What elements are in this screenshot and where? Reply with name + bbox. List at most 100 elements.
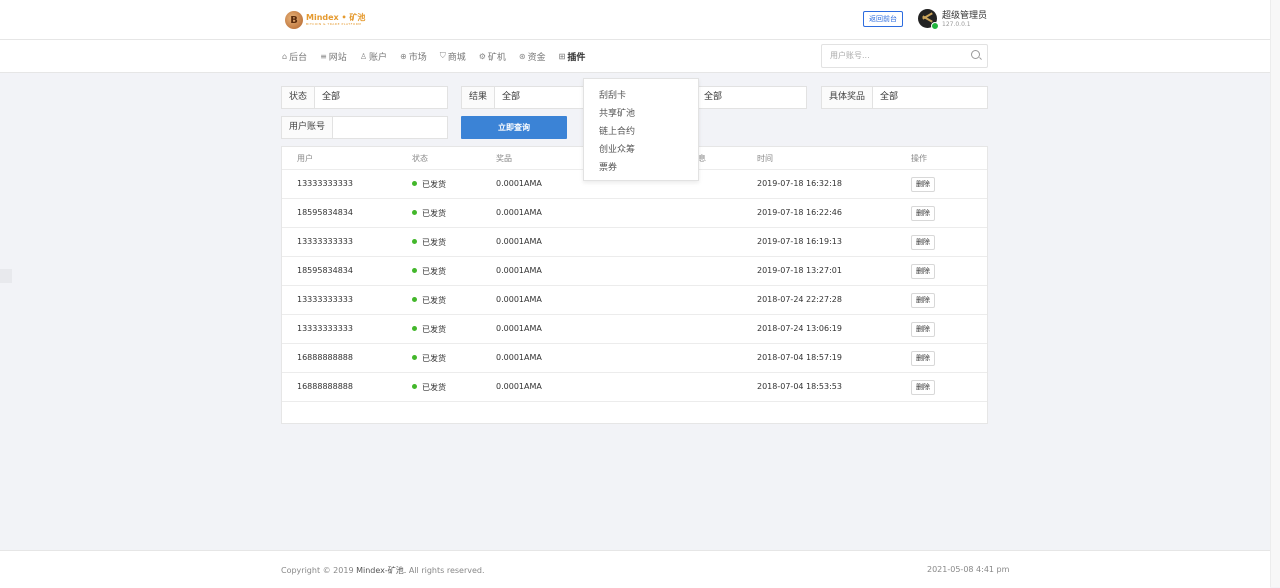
nav-item-1[interactable]: ≡ 网站	[320, 50, 347, 63]
dropdown-item-2[interactable]: 链上合约	[599, 124, 635, 137]
dropdown-item-4[interactable]: 票券	[599, 160, 617, 173]
status-text: 已发货	[422, 354, 446, 363]
home-icon: ⌂	[282, 51, 288, 61]
status-text: 已发货	[422, 325, 446, 334]
nav-item-label: 插件	[567, 52, 586, 63]
search-icon[interactable]	[971, 50, 980, 59]
search-input[interactable]	[822, 45, 978, 65]
result-filter-label: 结果	[462, 87, 496, 108]
cell-status: 已发货	[412, 179, 446, 190]
delete-button[interactable]: 删除	[911, 322, 935, 337]
cell-prize: 0.0001AMA	[496, 382, 542, 391]
dropdown-item-1[interactable]: 共享矿池	[599, 106, 635, 119]
cell-user: 13333333333	[297, 237, 353, 246]
cell-prize: 0.0001AMA	[496, 208, 542, 217]
list-icon: ≡	[320, 51, 327, 61]
dropdown-item-0[interactable]: 刮刮卡	[599, 88, 626, 101]
nav-item-label: 市场	[408, 52, 427, 63]
col-header-user: 用户	[297, 154, 313, 163]
status-dot-icon	[412, 297, 417, 302]
status-dot-icon	[412, 239, 417, 244]
table-row: 18595834834 已发货 0.0001AMA 2019-07-18 16:22:…	[282, 198, 987, 228]
sidebar-toggle-handle[interactable]	[0, 269, 12, 283]
col-header-time: 时间	[757, 154, 773, 163]
delete-button[interactable]: 删除	[911, 177, 935, 192]
delete-button[interactable]: 删除	[911, 235, 935, 250]
page-scrollbar[interactable]	[1270, 0, 1280, 587]
delete-button[interactable]: 删除	[911, 380, 935, 395]
page-footer: Copyright © 2019 Mindex-矿池. All rights r…	[0, 550, 1270, 588]
copyright-suffix: All rights reserved.	[408, 566, 485, 575]
delete-button[interactable]: 删除	[911, 351, 935, 366]
prize-filter[interactable]: 具体奖品 全部	[821, 86, 988, 109]
logo-subtitle: BITCOIN & TRADE PLATFORM	[306, 22, 362, 26]
cell-time: 2018-07-24 13:06:19	[757, 324, 842, 333]
cell-status: 已发货	[412, 208, 446, 219]
nav-item-label: 后台	[289, 52, 308, 63]
status-filter-value[interactable]: 全部	[315, 87, 347, 108]
col-header-action: 操作	[911, 154, 927, 163]
delete-button[interactable]: 删除	[911, 264, 935, 279]
delete-button[interactable]: 删除	[911, 293, 935, 308]
admin-ip: 127.0.0.1	[942, 21, 971, 28]
dropdown-item-3[interactable]: 创业众筹	[599, 142, 635, 155]
main-nav: ⌂ 后台 ≡ 网站 ♙ 账户 ⊕ 市场 ⛉ 商城 ⚙ 矿机 ⊛ 资金 ⊞ 插件	[0, 40, 1270, 73]
col-header-status: 状态	[412, 154, 428, 163]
user-search[interactable]	[821, 44, 988, 68]
status-dot-icon	[412, 326, 417, 331]
result-filter-value[interactable]: 全部	[495, 87, 527, 108]
cell-time: 2018-07-04 18:53:53	[757, 382, 842, 391]
nav-item-2[interactable]: ♙ 账户	[360, 50, 387, 63]
cart-icon: ⛉	[439, 51, 446, 60]
prize-filter-label: 具体奖品	[822, 87, 874, 108]
result-filter[interactable]: 结果 全部	[461, 86, 584, 109]
delete-button[interactable]: 删除	[911, 206, 935, 221]
cell-user: 18595834834	[297, 266, 353, 275]
top-header: B Mindex • 矿池 BITCOIN & TRADE PLATFORM 返…	[0, 0, 1270, 40]
query-button[interactable]: 立即查询	[461, 116, 567, 139]
logo-mark-icon: B	[285, 11, 303, 29]
gear-icon: ⚙	[478, 51, 486, 61]
nav-item-5[interactable]: ⚙ 矿机	[479, 50, 506, 63]
nav-item-3[interactable]: ⊕ 市场	[400, 50, 427, 63]
cell-time: 2018-07-24 22:27:28	[757, 295, 842, 304]
cell-user: 16888888888	[297, 382, 353, 391]
grid-icon: ⊞	[558, 51, 566, 61]
account-filter-input[interactable]	[333, 117, 347, 138]
nav-item-0[interactable]: ⌂ 后台	[282, 50, 307, 63]
status-dot-icon	[412, 355, 417, 360]
nav-item-4[interactable]: ⛉ 商城	[440, 50, 466, 63]
online-status-icon	[931, 22, 939, 30]
account-filter[interactable]: 用户账号	[281, 116, 448, 139]
admin-name[interactable]: 超级管理员	[942, 8, 987, 21]
type-filter-value[interactable]: 全部	[697, 87, 729, 108]
nav-item-6[interactable]: ⊛ 资金	[519, 50, 546, 63]
table-row: 13333333333 已发货 0.0001AMA 2018-07-24 22:27:…	[282, 285, 987, 315]
nav-item-label: 网站	[328, 52, 347, 63]
nav-item-7[interactable]: ⊞ 插件	[559, 50, 586, 63]
status-dot-icon	[412, 210, 417, 215]
site-logo[interactable]: B Mindex • 矿池 BITCOIN & TRADE PLATFORM	[285, 10, 365, 30]
records-table: 用户 状态 奖品 息 时间 操作 13333333333 已发货 0.0001AMA…	[281, 146, 988, 424]
status-text: 已发货	[422, 238, 446, 247]
cell-time: 2019-07-18 16:32:18	[757, 179, 842, 188]
back-to-front-button[interactable]: 返回前台	[863, 11, 903, 27]
cell-user: 13333333333	[297, 324, 353, 333]
status-text: 已发货	[422, 383, 446, 392]
footer-datetime: 2021-05-08 4:41 pm	[927, 565, 1010, 574]
cell-user: 18595834834	[297, 208, 353, 217]
table-row: 18595834834 已发货 0.0001AMA 2019-07-18 13:27:…	[282, 256, 987, 286]
col-header-info: 息	[698, 154, 706, 163]
cell-time: 2019-07-18 13:27:01	[757, 266, 842, 275]
prize-filter-value[interactable]: 全部	[873, 87, 905, 108]
type-filter[interactable]: 全部	[697, 86, 807, 109]
table-row: 13333333333 已发货 0.0001AMA 2019-07-18 16:19:…	[282, 227, 987, 257]
cell-status: 已发货	[412, 324, 446, 335]
status-text: 已发货	[422, 267, 446, 276]
status-filter[interactable]: 状态 全部	[281, 86, 448, 109]
cell-prize: 0.0001AMA	[496, 353, 542, 362]
status-filter-label: 状态	[282, 87, 316, 108]
globe-icon: ⊕	[400, 51, 407, 61]
status-text: 已发货	[422, 296, 446, 305]
account-filter-label: 用户账号	[282, 117, 334, 138]
